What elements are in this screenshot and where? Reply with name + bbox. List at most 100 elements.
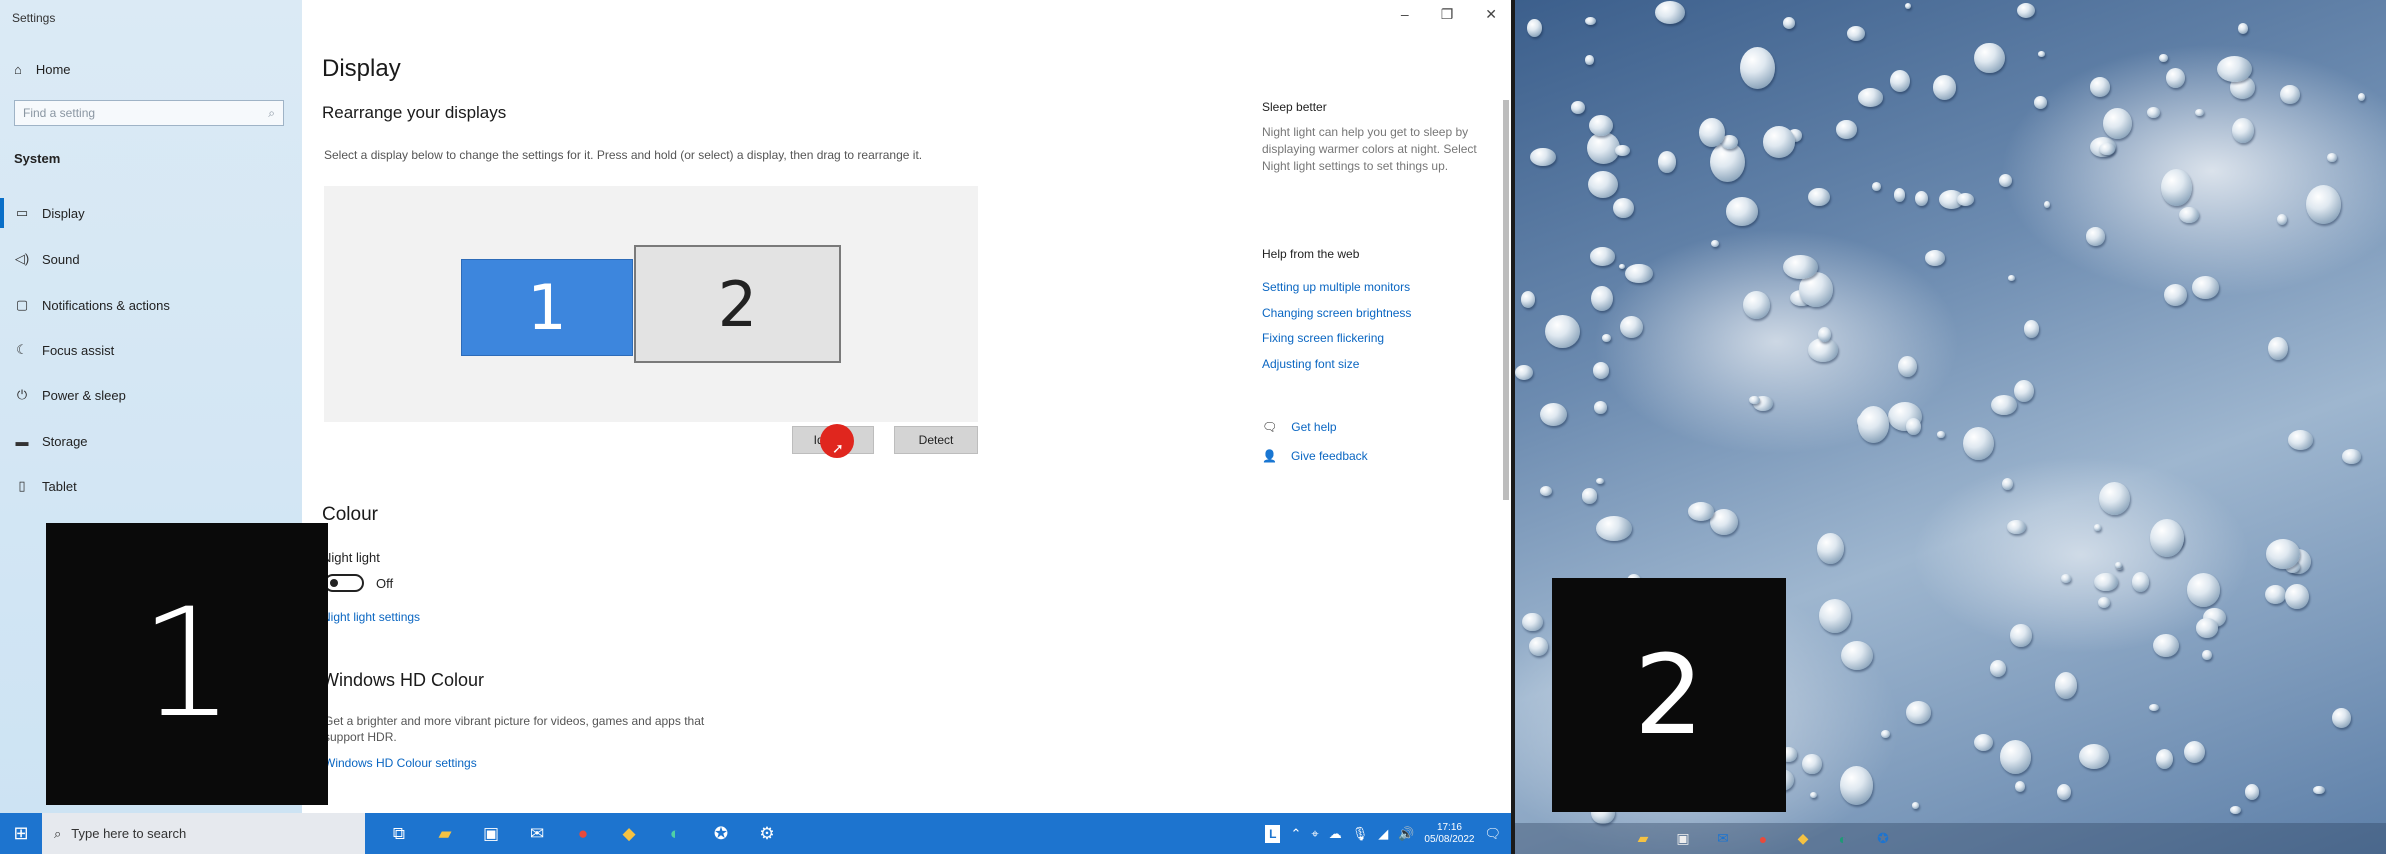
sidebar-item-power-sleep[interactable]: ⏻ Power & sleep <box>0 380 302 410</box>
sidebar-item-display[interactable]: ▭ Display <box>0 198 302 228</box>
moon-icon: ☾ <box>16 342 28 357</box>
link-font-size[interactable]: Adjusting font size <box>1262 357 1359 371</box>
raindrop <box>2288 430 2314 450</box>
secondary-screen-desktop: 2 ▰ ▣ ✉ ● ◆ ◐ ✪ <box>1515 0 2386 854</box>
sidebar-item-tablet[interactable]: ▯ Tablet <box>0 471 302 501</box>
raindrop <box>2192 276 2219 299</box>
taskbar-search[interactable]: ⌕ Type here to search <box>42 813 365 854</box>
sidebar-home[interactable]: ⌂ Home <box>14 62 71 77</box>
start-button[interactable]: ⊞ <box>0 813 42 854</box>
store-icon[interactable]: ▣ <box>477 820 505 848</box>
scrollbar[interactable] <box>1503 100 1509 500</box>
raindrop <box>2017 2 2036 18</box>
microphone-icon[interactable]: 🎙 <box>1352 826 1369 842</box>
raindrop <box>1539 402 1568 427</box>
raindrop <box>1590 247 1615 266</box>
store-icon[interactable]: ▣ <box>1673 829 1693 849</box>
location-icon[interactable]: ⌖ <box>1311 826 1318 842</box>
volume-icon[interactable]: 🔊 <box>1398 826 1414 842</box>
link-multiple-monitors[interactable]: Setting up multiple monitors <box>1262 280 1410 294</box>
file-explorer-icon[interactable]: ▰ <box>1633 829 1653 849</box>
chevron-up-icon[interactable]: ⌃ <box>1290 826 1301 842</box>
raindrop <box>2155 748 2174 769</box>
get-help-label: Get help <box>1291 420 1337 434</box>
home-icon: ⌂ <box>14 62 22 77</box>
sidebar-item-label: Focus assist <box>42 342 115 358</box>
norton-icon[interactable]: ◆ <box>1793 829 1813 849</box>
raindrop <box>2161 169 2193 206</box>
notification-center-icon[interactable]: 🗨 <box>1484 826 1501 842</box>
raindrop <box>1836 120 1857 139</box>
raindrop <box>1846 25 1865 41</box>
raindrop <box>2010 624 2032 648</box>
edge-icon[interactable]: ◐ <box>661 820 689 848</box>
night-light-state: Off <box>376 576 394 591</box>
chrome-icon[interactable]: ● <box>1753 829 1773 849</box>
raindrop <box>2001 478 2014 491</box>
restore-button[interactable]: ❐ <box>1441 6 1454 23</box>
raindrop <box>1893 188 1905 202</box>
file-explorer-icon[interactable]: ▰ <box>431 820 459 848</box>
help-web-heading: Help from the web <box>1262 247 1360 261</box>
raindrop <box>2146 106 2161 119</box>
chrome-icon[interactable]: ● <box>569 820 597 848</box>
raindrop <box>1880 729 1891 739</box>
raindrop <box>2230 805 2242 814</box>
raindrop <box>1593 400 1608 414</box>
app-icon[interactable]: ✪ <box>707 820 735 848</box>
get-help-link[interactable]: 🗨 Get help <box>1262 420 1337 434</box>
raindrop <box>1584 17 1596 25</box>
raindrop <box>1620 316 1643 339</box>
sidebar-item-storage[interactable]: ▬ Storage <box>0 426 302 456</box>
identify-overlay-1: 1 <box>46 523 328 805</box>
mail-icon[interactable]: ✉ <box>1713 829 1733 849</box>
app-icon[interactable]: ✪ <box>1873 829 1893 849</box>
sidebar-item-focus-assist[interactable]: ☾ Focus assist <box>0 335 302 365</box>
raindrop <box>2024 320 2040 338</box>
edge-icon[interactable]: ◐ <box>1833 829 1853 849</box>
raindrop <box>2079 744 2109 770</box>
night-light-settings-link[interactable]: Night light settings <box>322 610 420 624</box>
window-controls: – ❐ ✕ <box>1401 6 1497 23</box>
clock[interactable]: 17:16 05/08/2022 <box>1424 822 1474 846</box>
raindrop <box>2054 671 2078 699</box>
raindrop <box>1906 418 1922 436</box>
close-button[interactable]: ✕ <box>1485 6 1497 23</box>
identify-overlay-2: 2 <box>1552 578 1786 812</box>
link-screen-brightness[interactable]: Changing screen brightness <box>1262 306 1411 320</box>
find-setting-input[interactable]: Find a setting ⌕ <box>14 100 284 126</box>
give-feedback-link[interactable]: 👤 Give feedback <box>1262 449 1368 463</box>
sidebar-item-sound[interactable]: ◁) Sound <box>0 244 302 274</box>
raindrop <box>2196 618 2218 638</box>
cloud-icon[interactable]: ☁ <box>1329 826 1342 842</box>
task-view-icon[interactable]: ⧉ <box>385 820 413 848</box>
clock-date: 05/08/2022 <box>1424 833 1475 845</box>
raindrop <box>1529 636 1549 656</box>
mail-icon[interactable]: ✉ <box>523 820 551 848</box>
language-indicator[interactable]: L <box>1265 824 1281 843</box>
page-title: Display <box>322 55 401 82</box>
night-light-label: Night light <box>322 550 380 565</box>
raindrop <box>1808 187 1831 207</box>
link-screen-flickering[interactable]: Fixing screen flickering <box>1262 331 1384 345</box>
system-tray: L ⌃ ⌖ ☁ 🎙 ◢ 🔊 17:16 05/08/2022 🗨 <box>1265 813 1501 854</box>
detect-button[interactable]: Detect <box>894 426 978 454</box>
feedback-icon: 👤 <box>1262 449 1277 463</box>
night-light-toggle[interactable] <box>324 574 364 592</box>
raindrop <box>1906 701 1931 724</box>
raindrop <box>2038 50 2045 57</box>
hd-colour-settings-link[interactable]: Windows HD Colour settings <box>324 756 477 770</box>
sidebar-item-notifications[interactable]: ▢ Notifications & actions <box>0 290 302 320</box>
search-icon: ⌕ <box>268 105 275 120</box>
settings-icon[interactable]: ⚙ <box>753 820 781 848</box>
norton-icon[interactable]: ◆ <box>615 820 643 848</box>
minimize-button[interactable]: – <box>1401 6 1409 23</box>
raindrop <box>2217 55 2253 82</box>
display-2-tile[interactable]: 2 <box>634 245 841 363</box>
network-icon[interactable]: ◢ <box>1378 826 1388 842</box>
display-1-tile[interactable]: 1 <box>461 259 633 356</box>
raindrop <box>1522 612 1543 632</box>
raindrop <box>1657 150 1677 173</box>
sidebar-item-label: Sound <box>42 251 80 267</box>
power-icon: ⏻ <box>16 387 28 402</box>
